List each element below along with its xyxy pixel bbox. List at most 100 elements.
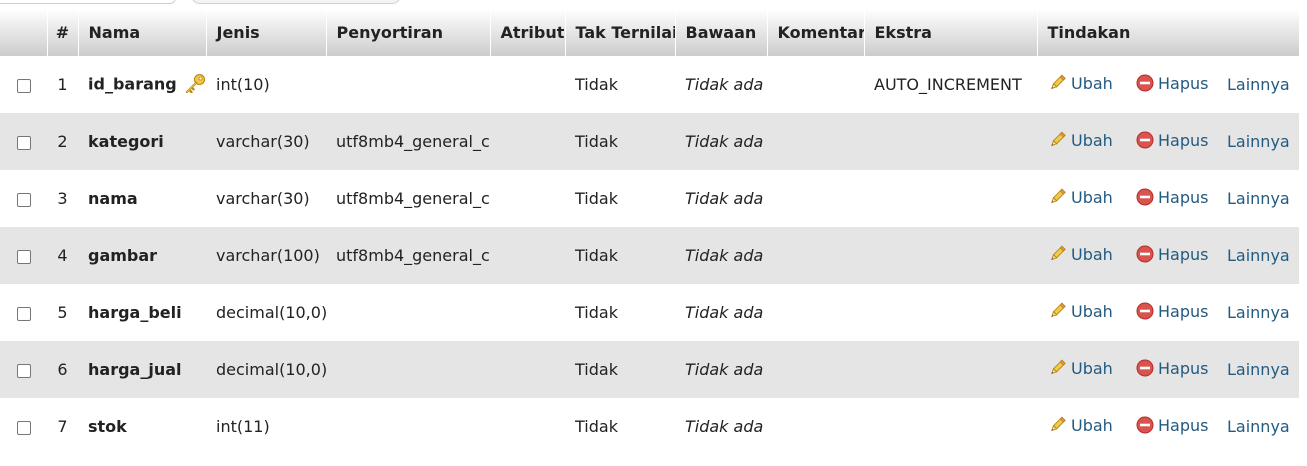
header-name[interactable]: Nama <box>78 9 207 56</box>
row-checkbox[interactable] <box>16 249 31 264</box>
change-link[interactable]: Ubah <box>1047 359 1113 378</box>
change-link[interactable]: Ubah <box>1047 245 1113 264</box>
drop-icon <box>1136 74 1154 96</box>
header-default[interactable]: Bawaan <box>675 9 768 56</box>
more-action-cell: Lainnya <box>1217 170 1299 227</box>
structure-table: # Nama Jenis Penyortiran Atribut Tak Ter… <box>0 9 1300 455</box>
header-extra[interactable]: Ekstra <box>864 9 1038 56</box>
change-link[interactable]: Ubah <box>1047 302 1113 321</box>
drop-link[interactable]: Hapus <box>1136 74 1208 93</box>
drop-link[interactable]: Hapus <box>1136 188 1208 207</box>
field-type: varchar(30) <box>206 113 326 170</box>
change-action-cell: Ubah <box>1037 113 1126 170</box>
field-name-cell: id_barang <box>78 56 206 113</box>
drop-icon <box>1136 416 1154 438</box>
more-dropdown[interactable]: Lainnya <box>1227 189 1290 208</box>
more-dropdown[interactable]: Lainnya <box>1227 132 1290 151</box>
change-label: Ubah <box>1071 302 1113 321</box>
field-name: stok <box>88 417 127 436</box>
drop-link[interactable]: Hapus <box>1136 131 1208 150</box>
row-checkbox[interactable] <box>16 306 31 321</box>
row-checkbox[interactable] <box>16 420 31 435</box>
row-checkbox[interactable] <box>16 363 31 378</box>
table-row: 7 stok int(11) Tidak Tidak ada Ubah Hapu… <box>0 398 1299 455</box>
field-name: gambar <box>88 246 158 265</box>
more-action-cell: Lainnya <box>1217 398 1299 455</box>
field-collation: utf8mb4_general_ci <box>326 170 490 227</box>
field-collation <box>326 341 490 398</box>
field-collation <box>326 56 490 113</box>
drop-link[interactable]: Hapus <box>1136 359 1208 378</box>
drop-action-cell: Hapus <box>1126 398 1217 455</box>
toolbar-control-left[interactable] <box>0 0 176 4</box>
row-checkbox[interactable] <box>16 78 31 93</box>
header-select <box>0 9 48 56</box>
drop-link[interactable]: Hapus <box>1136 302 1208 321</box>
change-action-cell: Ubah <box>1037 170 1126 227</box>
header-comments[interactable]: Komentar <box>767 9 865 56</box>
change-link[interactable]: Ubah <box>1047 74 1113 93</box>
change-link[interactable]: Ubah <box>1047 188 1113 207</box>
row-checkbox[interactable] <box>16 135 31 150</box>
change-label: Ubah <box>1071 131 1113 150</box>
field-attributes <box>490 170 565 227</box>
field-extra <box>864 227 1037 284</box>
row-select-cell <box>0 284 47 341</box>
field-extra <box>864 113 1037 170</box>
more-dropdown[interactable]: Lainnya <box>1227 246 1290 265</box>
row-select-cell <box>0 170 47 227</box>
field-null: Tidak <box>565 113 675 170</box>
change-link[interactable]: Ubah <box>1047 416 1113 435</box>
drop-label: Hapus <box>1158 359 1209 378</box>
top-toolbar-strip <box>0 0 1307 8</box>
field-comments <box>767 341 864 398</box>
field-type: varchar(100) <box>206 227 326 284</box>
field-comments <box>767 398 864 455</box>
field-comments <box>767 284 864 341</box>
field-type: int(11) <box>206 398 326 455</box>
pencil-icon <box>1047 130 1067 154</box>
table-row: 4 gambar varchar(100) utf8mb4_general_ci… <box>0 227 1299 284</box>
row-number: 7 <box>47 398 78 455</box>
toolbar-control-right[interactable] <box>191 0 401 4</box>
header-collation[interactable]: Penyortiran <box>326 9 491 56</box>
drop-link[interactable]: Hapus <box>1136 416 1208 435</box>
header-type[interactable]: Jenis <box>206 9 327 56</box>
field-name: id_barang <box>88 74 177 93</box>
more-action-cell: Lainnya <box>1217 284 1299 341</box>
drop-action-cell: Hapus <box>1126 170 1217 227</box>
change-label: Ubah <box>1071 359 1113 378</box>
header-null[interactable]: Tak Ternilai <box>565 9 676 56</box>
header-attributes[interactable]: Atribut <box>490 9 566 56</box>
field-extra: AUTO_INCREMENT <box>864 56 1037 113</box>
field-default: Tidak ada <box>675 284 767 341</box>
more-dropdown[interactable]: Lainnya <box>1227 303 1290 322</box>
more-action-cell: Lainnya <box>1217 227 1299 284</box>
change-link[interactable]: Ubah <box>1047 131 1113 150</box>
field-attributes <box>490 56 565 113</box>
field-comments <box>767 56 864 113</box>
change-action-cell: Ubah <box>1037 398 1126 455</box>
field-name-cell: nama <box>78 170 206 227</box>
change-action-cell: Ubah <box>1037 227 1126 284</box>
more-dropdown[interactable]: Lainnya <box>1227 417 1290 436</box>
field-type: varchar(30) <box>206 170 326 227</box>
row-select-cell <box>0 56 47 113</box>
row-select-cell <box>0 113 47 170</box>
more-dropdown[interactable]: Lainnya <box>1227 75 1290 94</box>
row-number: 4 <box>47 227 78 284</box>
pencil-icon <box>1047 415 1067 439</box>
table-row: 2 kategori varchar(30) utf8mb4_general_c… <box>0 113 1299 170</box>
field-null: Tidak <box>565 170 675 227</box>
pencil-icon <box>1047 73 1067 97</box>
row-number: 6 <box>47 341 78 398</box>
more-dropdown[interactable]: Lainnya <box>1227 360 1290 379</box>
field-extra <box>864 398 1037 455</box>
pencil-icon <box>1047 301 1067 325</box>
row-checkbox[interactable] <box>16 192 31 207</box>
field-extra <box>864 170 1037 227</box>
row-number: 3 <box>47 170 78 227</box>
header-num[interactable]: # <box>47 9 79 56</box>
pencil-icon <box>1047 358 1067 382</box>
drop-link[interactable]: Hapus <box>1136 245 1208 264</box>
